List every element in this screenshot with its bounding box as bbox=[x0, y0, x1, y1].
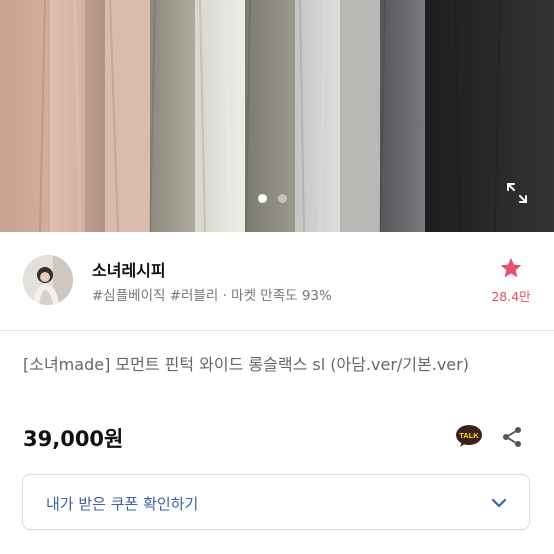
product-image-gallery[interactable] bbox=[0, 0, 554, 232]
favorite-button[interactable]: 28.4만 bbox=[486, 256, 536, 305]
coupon-label: 내가 받은 쿠폰 확인하기 bbox=[46, 495, 199, 513]
pagination-dot-active[interactable] bbox=[258, 194, 267, 203]
seller-tags: #심플베이직 #러블리 · 마켓 만족도 93% bbox=[92, 288, 332, 304]
expand-icon[interactable] bbox=[505, 181, 529, 205]
seller-name[interactable]: 소녀레시피 bbox=[92, 257, 166, 281]
share-icon[interactable] bbox=[500, 425, 524, 449]
gallery-pagination bbox=[258, 194, 287, 203]
product-title: [소녀made] 모먼트 핀턱 와이드 롱슬랙스 sl (아담.ver/기본.v… bbox=[23, 355, 469, 374]
seller-avatar[interactable] bbox=[23, 255, 73, 305]
star-icon bbox=[500, 257, 522, 278]
coupon-check-button[interactable]: 내가 받은 쿠폰 확인하기 bbox=[22, 474, 530, 530]
seller-section: 소녀레시피 #심플베이직 #러블리 · 마켓 만족도 93% 28.4만 bbox=[0, 232, 554, 331]
favorite-count: 28.4만 bbox=[491, 289, 531, 304]
kakao-talk-icon[interactable]: TALK bbox=[455, 424, 483, 448]
product-price: 39,000원 bbox=[23, 427, 124, 451]
talk-label: TALK bbox=[459, 431, 479, 440]
pagination-dot[interactable] bbox=[278, 194, 287, 203]
chevron-down-icon bbox=[491, 498, 507, 508]
